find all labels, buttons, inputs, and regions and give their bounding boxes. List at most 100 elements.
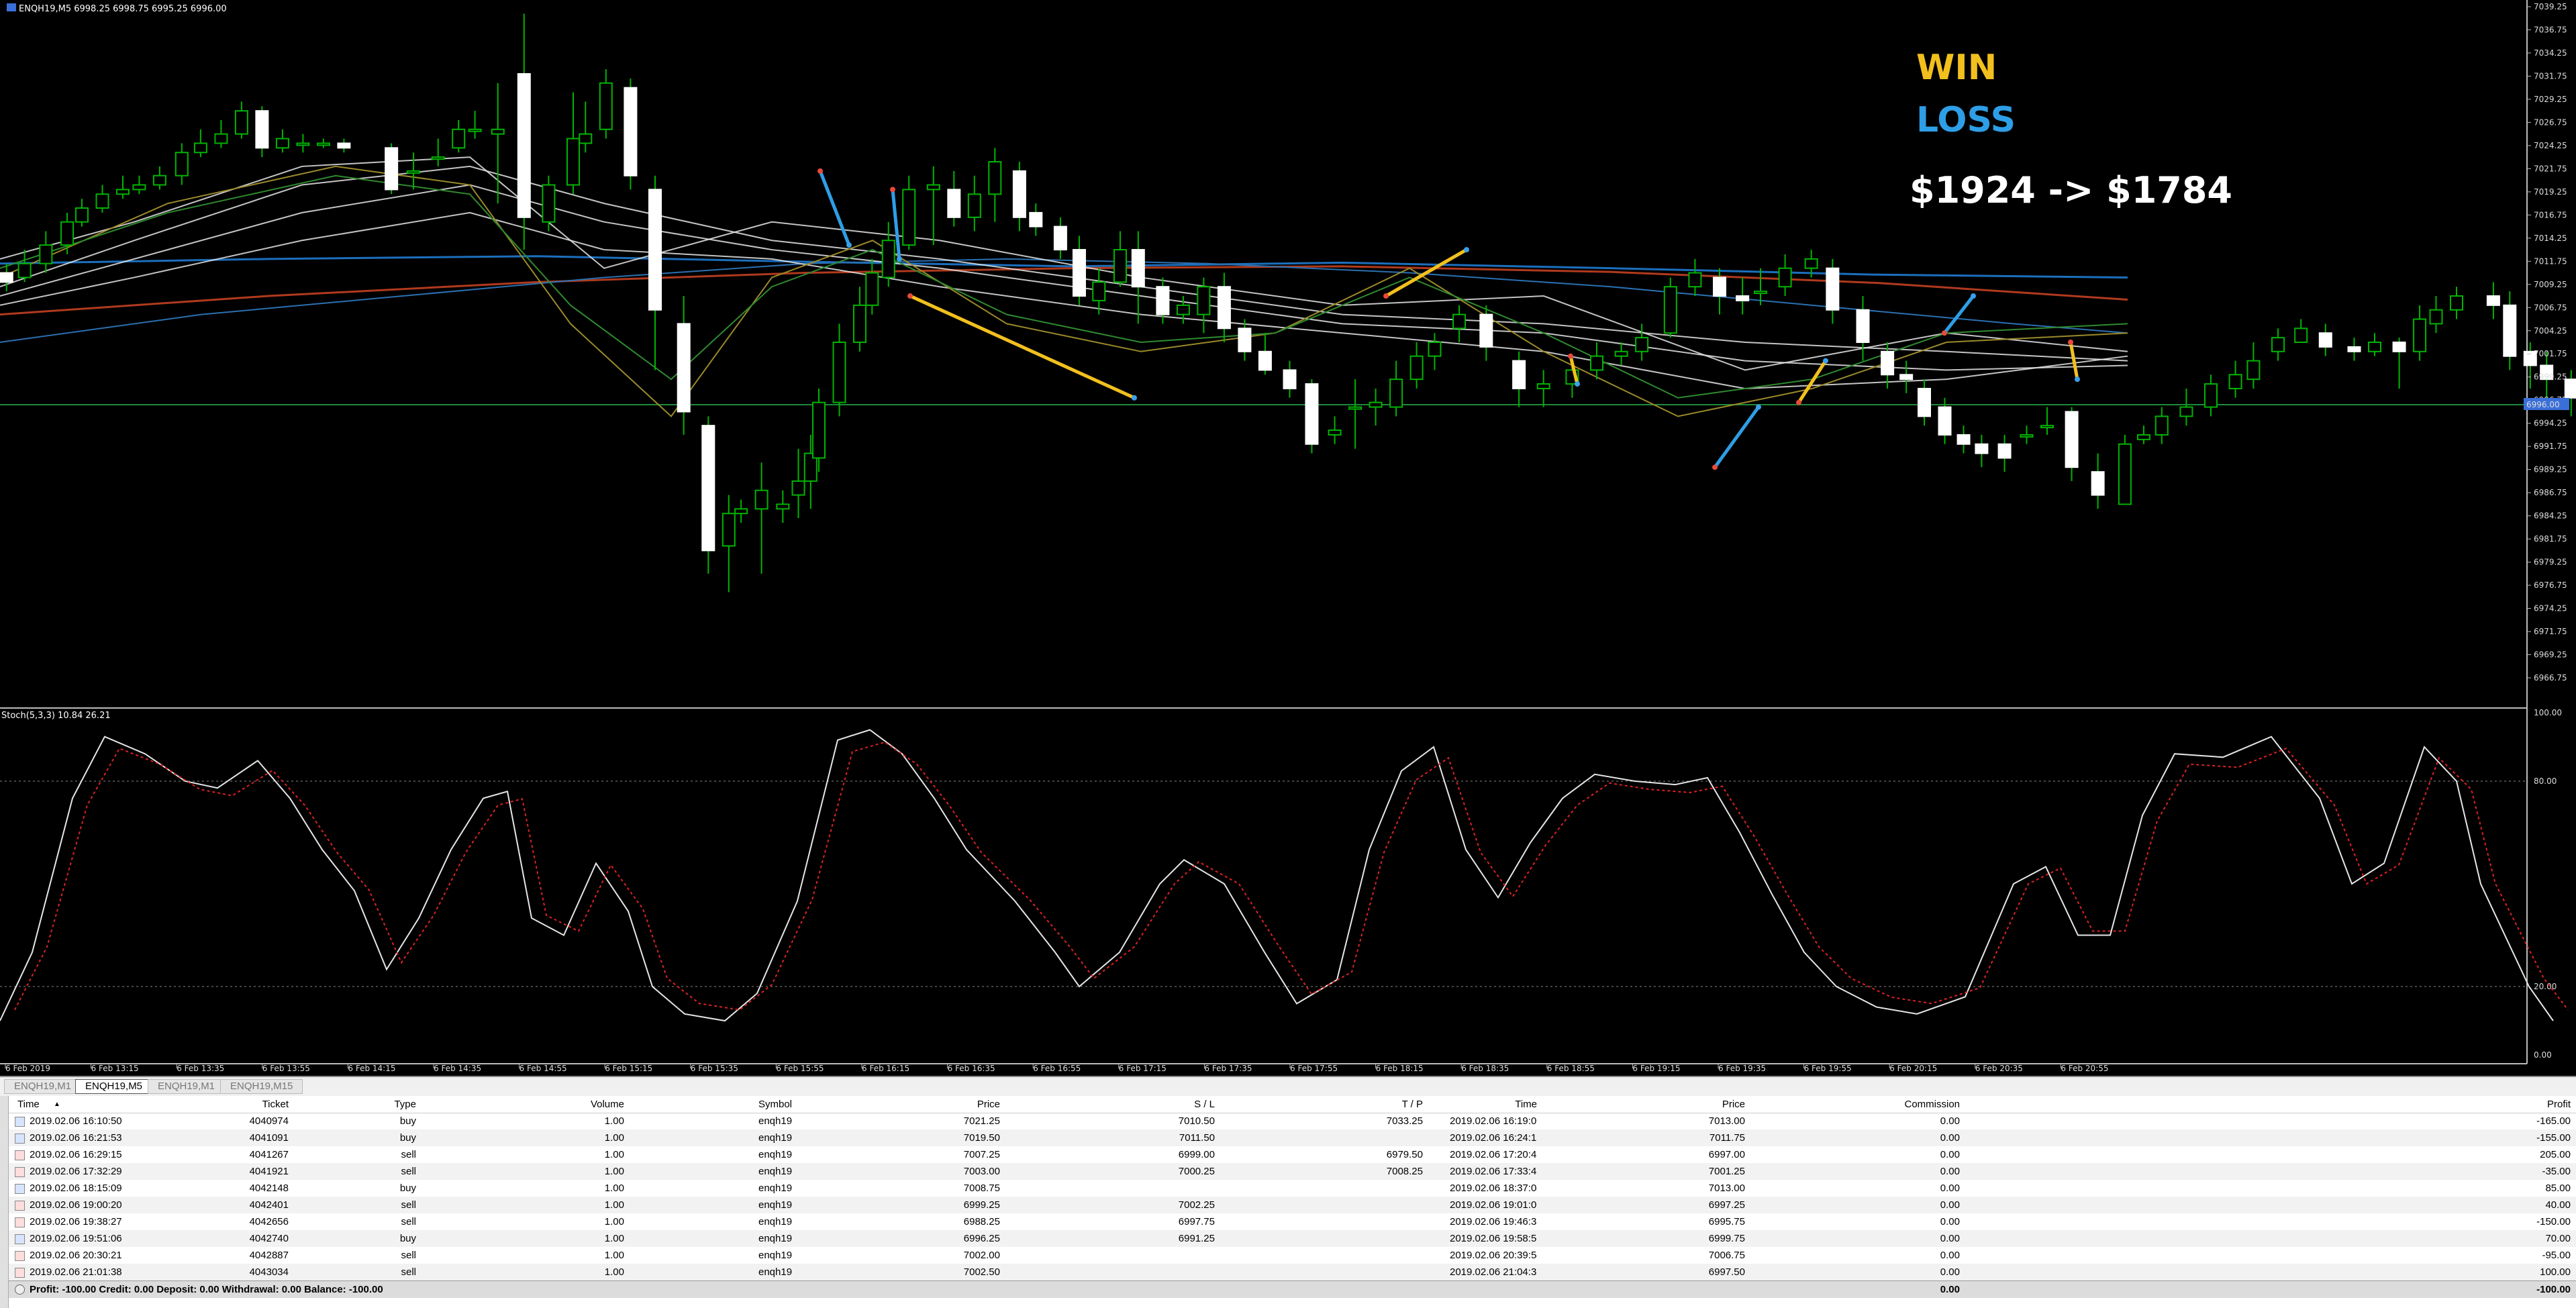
table-row[interactable]: 2019.02.06 18:15:09 4042148 buy 1.00 enqh19 7… [0, 1180, 2576, 1197]
price-tick-label: 7029.25 [2534, 95, 2567, 104]
table-cell: 2019.02.06 17:32:29 [30, 1166, 122, 1177]
terminal-side-toolbar[interactable] [0, 1096, 9, 1308]
price-tick-label: 6981.75 [2534, 534, 2567, 544]
candle-body [1029, 211, 1043, 228]
table-cell: 0.00 [1940, 1115, 1960, 1127]
chart-canvas[interactable]: 7039.25 7036.75 7034.25 7031.75 7029.25 7026.… [0, 0, 2576, 1074]
table-row[interactable]: 2019.02.06 16:29:15 4041267 sell 1.00 enqh19… [0, 1146, 2576, 1163]
buy-order-icon [15, 1117, 25, 1127]
candle-body [2503, 304, 2517, 357]
table-cell: sell [401, 1149, 416, 1160]
table-cell: 2019.02.06 21:04:37 [1450, 1266, 1537, 1278]
table-row[interactable]: 2019.02.06 19:00:20 4042401 sell 1.00 enqh19… [0, 1197, 2576, 1213]
table-cell: 4041267 [249, 1149, 289, 1160]
col-sl[interactable]: S / L [1128, 1096, 1215, 1113]
table-cell: 7008.25 [1386, 1166, 1423, 1177]
tab-enqh19-m5[interactable]: ENQH19,M5 [75, 1079, 153, 1094]
time-tick-label: 6 Feb 19:55 [1804, 1064, 1852, 1073]
candle-body [175, 152, 189, 177]
table-row[interactable]: 2019.02.06 16:21:53 4041091 buy 1.00 enqh19 7… [0, 1129, 2576, 1146]
candle-body [1512, 360, 1526, 389]
price-tick-label: 6986.75 [2534, 488, 2567, 497]
chart-menu-icon[interactable] [7, 3, 16, 11]
col-ticket[interactable]: Ticket [201, 1096, 289, 1113]
price-tick-label: 6969.25 [2534, 650, 2567, 660]
price-tick-label: 7014.25 [2534, 234, 2567, 243]
candle-body [902, 189, 916, 246]
price-tick-label: 6974.25 [2534, 604, 2567, 613]
candle-body [1736, 295, 1750, 301]
table-cell: 7011.50 [1179, 1132, 1215, 1144]
candle-body [1348, 406, 1363, 410]
time-tick-label: 6 Feb 18:35 [1461, 1064, 1509, 1073]
table-cell: enqh19 [758, 1115, 793, 1127]
table-row[interactable]: 2019.02.06 20:30:21 4042887 sell 1.00 enqh19… [0, 1247, 2576, 1264]
candle-body [2318, 332, 2332, 348]
col-commission[interactable]: Commission [1873, 1096, 1960, 1113]
candle-body [988, 161, 1002, 195]
candle-body [1614, 350, 1628, 357]
candle-body [722, 513, 736, 547]
col-close-time[interactable]: Time [1450, 1096, 1537, 1113]
table-cell: 1.00 [604, 1250, 624, 1261]
candle-body [1156, 286, 1170, 315]
tab-enqh19-m1-2[interactable]: ENQH19,M1 [148, 1079, 226, 1094]
table-cell: 4040974 [249, 1115, 289, 1127]
table-cell: enqh19 [758, 1233, 793, 1244]
candle-body [1328, 430, 1342, 436]
col-close-price[interactable]: Price [1658, 1096, 1745, 1113]
win-label: WIN [1916, 48, 1997, 88]
candle-body [832, 342, 846, 403]
table-cell: 1.00 [604, 1266, 624, 1278]
candle-body [853, 304, 866, 343]
time-tick-label: 6 Feb 14:15 [348, 1064, 395, 1073]
table-cell: enqh19 [758, 1149, 793, 1160]
candle-body [255, 110, 269, 149]
col-profit[interactable]: Profit [2470, 1096, 2571, 1113]
candle-body [75, 207, 89, 223]
table-cell: 6996.25 [963, 1233, 1000, 1244]
candle-body [1938, 406, 1952, 436]
candle-body [624, 87, 638, 177]
col-volume[interactable]: Volume [537, 1096, 624, 1113]
candle-body [214, 133, 228, 144]
sell-order-icon [15, 1167, 25, 1177]
table-cell: 2019.02.06 21:01:38 [30, 1266, 122, 1278]
candle-body [1131, 249, 1145, 288]
tab-enqh19-m1[interactable]: ENQH19,M1 [4, 1079, 82, 1094]
col-price[interactable]: Price [913, 1096, 1000, 1113]
stoch-tick-label: 0.00 [2534, 1050, 2552, 1060]
table-row[interactable]: 2019.02.06 21:01:38 4043034 sell 1.00 enqh19… [0, 1264, 2576, 1280]
candle-body [1635, 337, 1649, 352]
table-row[interactable]: 2019.02.06 16:10:50 4040974 buy 1.00 enqh19 7… [0, 1113, 2576, 1129]
col-time[interactable]: Time [17, 1096, 40, 1113]
col-symbol[interactable]: Symbol [758, 1096, 792, 1113]
candle-body [132, 184, 146, 191]
tab-enqh19-m15[interactable]: ENQH19,M15 [220, 1079, 303, 1094]
price-tick-label: 6999.25 [2534, 372, 2567, 382]
candle-body [2246, 360, 2261, 381]
candle-body [1590, 355, 1603, 371]
candle-body [2294, 328, 2308, 343]
price-tick-label: 7001.75 [2534, 349, 2567, 358]
trade-exit-marker [1756, 404, 1761, 410]
table-cell: 2019.02.06 17:33:45 [1450, 1166, 1537, 1177]
col-type[interactable]: Type [329, 1096, 416, 1113]
table-cell: 6999.00 [1178, 1149, 1215, 1160]
price-chart[interactable]: 7039.25 7036.75 7034.25 7031.75 7029.25 7026.… [0, 0, 2576, 1074]
table-cell: 0.00 [1940, 1216, 1960, 1227]
table-cell: 1.00 [604, 1233, 624, 1244]
table-cell: sell [401, 1199, 416, 1211]
table-cell: 0.00 [1940, 1183, 1960, 1194]
table-cell: 85.00 [2545, 1183, 2571, 1194]
table-row[interactable]: 2019.02.06 17:32:29 4041921 sell 1.00 enqh19… [0, 1163, 2576, 1180]
trade-entry-marker [907, 293, 913, 299]
table-row[interactable]: 2019.02.06 19:51:06 4042740 buy 1.00 enqh19 6… [0, 1230, 2576, 1247]
table-row[interactable]: 2019.02.06 19:38:27 4042656 sell 1.00 enqh19… [0, 1213, 2576, 1230]
col-tp[interactable]: T / P [1336, 1096, 1423, 1113]
candle-body [2091, 471, 2105, 496]
trade-exit-marker [2075, 376, 2080, 383]
time-tick-label: 6 Feb 16:15 [862, 1064, 909, 1073]
table-cell: -95.00 [2542, 1250, 2571, 1261]
candle-body [385, 147, 399, 191]
